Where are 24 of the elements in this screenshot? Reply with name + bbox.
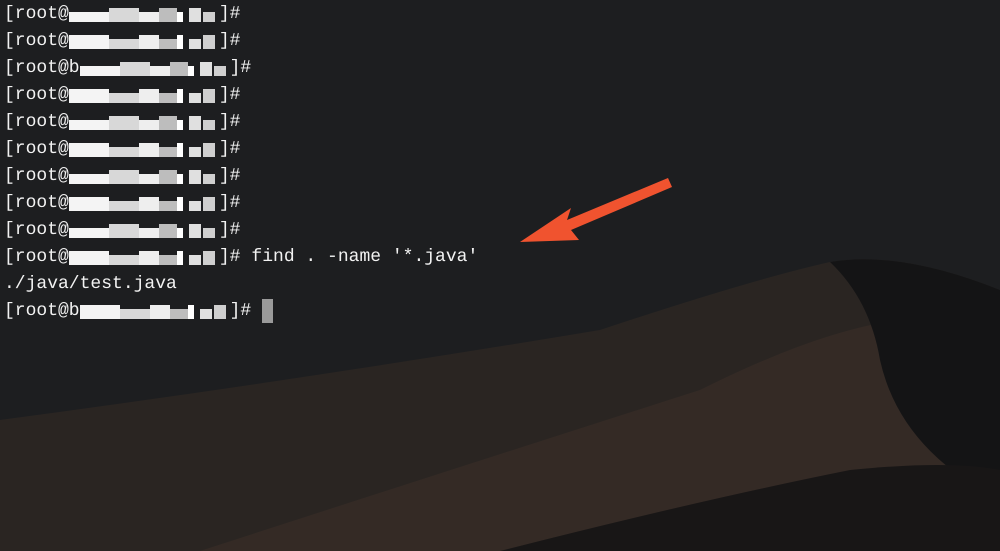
prompt-text: ]# [218,4,240,24]
prompt-text: [root@ [4,84,69,104]
prompt-text: ]# [218,220,240,240]
prompt-text: ]# [218,30,240,50]
command-text: find . -name '*.java' [251,246,478,266]
prompt-text: ]# [230,58,252,78]
prompt-text: ]# [230,300,252,320]
output-text: ./java/test.java [4,274,177,294]
prompt-text: [root@ [4,192,69,212]
prompt-text: [root@ [4,30,69,50]
prompt-text: ]# [218,112,240,132]
prompt-text: ]# [218,84,240,104]
prompt-text: [root@ [4,166,69,186]
prompt-text: [root@ [4,112,69,132]
prompt-text: [root@ [4,138,69,158]
prompt-text: [root@ [4,4,69,24]
prompt-text: ]# [218,192,240,212]
prompt-text: [root@b [4,58,80,78]
prompt-text: [root@ [4,246,69,266]
prompt-text: ]# [218,166,240,186]
prompt-text: [root@b [4,300,80,320]
prompt-text: ]# [218,138,240,158]
prompt-text: ]# [218,246,240,266]
prompt-text: [root@ [4,220,69,240]
